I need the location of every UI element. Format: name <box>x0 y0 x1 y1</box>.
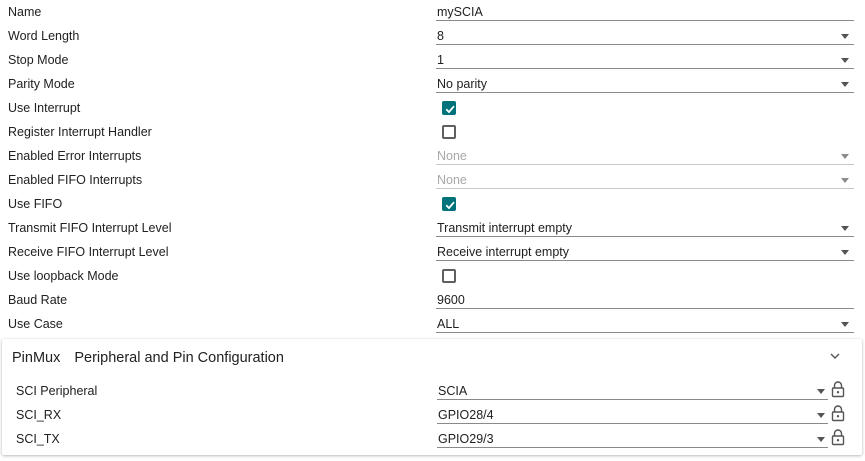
property-row-register-interrupt-handler: Register Interrupt Handler <box>0 120 865 144</box>
use-fifo-checkbox[interactable] <box>442 197 456 211</box>
sci-tx-select[interactable]: GPIO29/3 <box>437 429 828 448</box>
field-value: mySCIA <box>437 5 483 19</box>
dropdown-arrow-icon[interactable] <box>841 322 849 327</box>
property-label: Use loopback Mode <box>8 269 119 283</box>
property-label: Enabled Error Interrupts <box>8 149 142 163</box>
word-length-select[interactable]: 8 <box>436 26 854 45</box>
field-value: 1 <box>437 53 444 67</box>
property-list: Name mySCIA Word Length 8 Stop Mode 1 Parity M… <box>0 0 865 336</box>
field-value: GPIO28/4 <box>438 408 494 422</box>
property-row-baud-rate: Baud Rate 9600 <box>0 288 865 312</box>
dropdown-arrow-icon[interactable] <box>841 250 849 255</box>
property-label: Register Interrupt Handler <box>8 125 152 139</box>
register-interrupt-handler-checkbox[interactable] <box>442 125 456 139</box>
pinmux-row-sci-peripheral: SCI Peripheral SCIA <box>2 379 862 403</box>
dropdown-arrow-icon[interactable] <box>841 82 849 87</box>
field-value: None <box>437 149 467 163</box>
pinmux-label: SCI Peripheral <box>16 384 98 398</box>
dropdown-arrow-icon[interactable] <box>841 226 849 231</box>
dropdown-arrow-icon[interactable] <box>841 58 849 63</box>
field-value: 9600 <box>437 293 465 307</box>
field-value: No parity <box>437 77 488 91</box>
receive-fifo-interrupt-level-select[interactable]: Receive interrupt empty <box>436 242 854 261</box>
property-row-enabled-fifo-interrupts: Enabled FIFO Interrupts None <box>0 168 865 192</box>
dropdown-arrow-icon[interactable] <box>817 389 825 394</box>
field-value: ALL <box>437 317 460 331</box>
property-label: Use Interrupt <box>8 101 81 115</box>
field-value: 8 <box>437 29 444 43</box>
property-label: Name <box>8 5 42 19</box>
dropdown-arrow-icon[interactable] <box>841 34 849 39</box>
pinmux-row-sci-tx: SCI_TX GPIO29/3 <box>2 427 862 451</box>
use-case-select[interactable]: ALL <box>436 314 854 333</box>
property-label: Word Length <box>8 29 80 43</box>
field-value: Transmit interrupt empty <box>437 221 572 235</box>
stop-mode-select[interactable]: 1 <box>436 50 854 69</box>
pinmux-label: SCI_RX <box>16 408 62 422</box>
field-value: GPIO29/3 <box>438 432 494 446</box>
pinmux-panel: PinMux Peripheral and Pin Configuration S… <box>2 339 862 455</box>
dropdown-arrow-icon <box>841 178 849 183</box>
property-label: Stop Mode <box>8 53 69 67</box>
field-value: None <box>437 173 467 187</box>
property-label: Baud Rate <box>8 293 68 307</box>
dropdown-arrow-icon[interactable] <box>817 437 825 442</box>
name-input[interactable]: mySCIA <box>436 2 854 21</box>
parity-mode-select[interactable]: No parity <box>436 74 854 93</box>
property-row-word-length: Word Length 8 <box>0 24 865 48</box>
property-row-transmit-fifo-interrupt-level: Transmit FIFO Interrupt Level Transmit in… <box>0 216 865 240</box>
property-label: Transmit FIFO Interrupt Level <box>8 221 172 235</box>
property-label: Use FIFO <box>8 197 63 211</box>
property-row-use-fifo: Use FIFO <box>0 192 865 216</box>
property-label: Receive FIFO Interrupt Level <box>8 245 169 259</box>
dropdown-arrow-icon[interactable] <box>817 413 825 418</box>
sci-rx-select[interactable]: GPIO28/4 <box>437 405 828 424</box>
lock-icon[interactable] <box>831 428 845 446</box>
lock-icon[interactable] <box>831 404 845 422</box>
baud-rate-input[interactable]: 9600 <box>436 290 854 309</box>
pinmux-subtitle: Peripheral and Pin Configuration <box>74 350 284 366</box>
pinmux-row-sci-rx: SCI_RX GPIO28/4 <box>2 403 862 427</box>
property-row-name: Name mySCIA <box>0 0 865 24</box>
enabled-error-interrupts-select: None <box>436 146 854 165</box>
dropdown-arrow-icon <box>841 154 849 159</box>
use-interrupt-checkbox[interactable] <box>442 101 456 115</box>
property-row-enabled-error-interrupts: Enabled Error Interrupts None <box>0 144 865 168</box>
property-row-use-interrupt: Use Interrupt <box>0 96 865 120</box>
chevron-down-icon[interactable] <box>828 349 842 363</box>
property-row-receive-fifo-interrupt-level: Receive FIFO Interrupt Level Receive inte… <box>0 240 865 264</box>
pinmux-title: PinMux <box>12 350 61 366</box>
use-loopback-mode-checkbox[interactable] <box>442 269 456 283</box>
property-label: Use Case <box>8 317 63 331</box>
sci-peripheral-select[interactable]: SCIA <box>437 381 828 400</box>
pinmux-label: SCI_TX <box>16 432 60 446</box>
property-row-use-loopback-mode: Use loopback Mode <box>0 264 865 288</box>
property-row-parity-mode: Parity Mode No parity <box>0 72 865 96</box>
property-label: Enabled FIFO Interrupts <box>8 173 143 187</box>
pinmux-panel-header[interactable]: PinMux Peripheral and Pin Configuration <box>12 349 284 367</box>
property-row-use-case: Use Case ALL <box>0 312 865 336</box>
field-value: Receive interrupt empty <box>437 245 570 259</box>
field-value: SCIA <box>438 384 468 398</box>
transmit-fifo-interrupt-level-select[interactable]: Transmit interrupt empty <box>436 218 854 237</box>
lock-icon[interactable] <box>831 380 845 398</box>
property-row-stop-mode: Stop Mode 1 <box>0 48 865 72</box>
enabled-fifo-interrupts-select: None <box>436 170 854 189</box>
property-label: Parity Mode <box>8 77 75 91</box>
